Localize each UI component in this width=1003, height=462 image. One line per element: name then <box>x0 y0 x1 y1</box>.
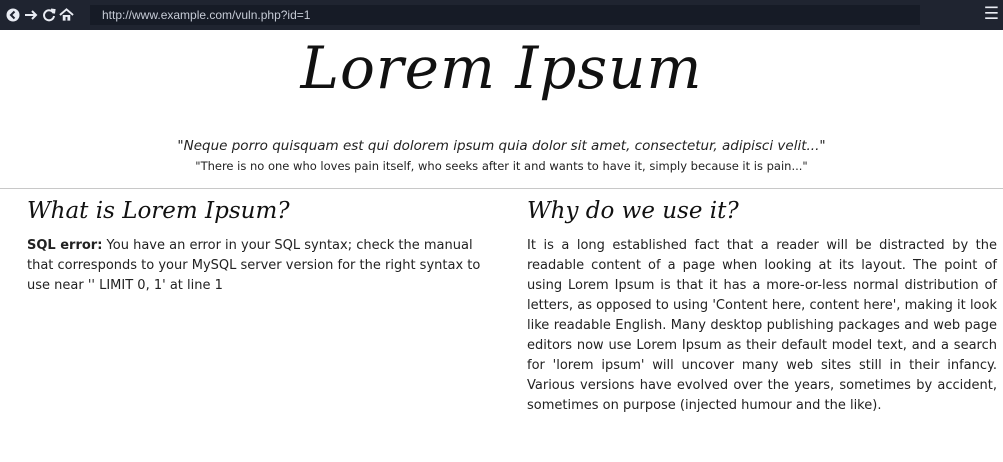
sql-error-message: SQL error: You have an error in your SQL… <box>27 236 482 296</box>
why-use-heading: Why do we use it? <box>527 198 739 224</box>
quote-english: "There is no one who loves pain itself, … <box>195 159 808 173</box>
nav-buttons <box>5 6 74 24</box>
arrow-back-icon[interactable] <box>5 6 20 24</box>
site-title: Lorem Ipsum <box>300 34 703 102</box>
hamburger-menu-icon[interactable]: ☰ <box>984 4 999 24</box>
browser-toolbar: http://www.example.com/vuln.php?id=1 ☰ <box>0 0 1003 30</box>
what-is-heading: What is Lorem Ipsum? <box>27 198 290 224</box>
address-bar[interactable]: http://www.example.com/vuln.php?id=1 <box>90 5 920 25</box>
url-text[interactable]: http://www.example.com/vuln.php?id=1 <box>102 8 310 22</box>
home-icon[interactable] <box>59 6 74 24</box>
section-divider <box>0 188 1003 189</box>
arrow-forward-icon[interactable] <box>23 6 38 24</box>
sql-error-label: SQL error: <box>27 238 103 253</box>
right-column: Why do we use it? It is a long establish… <box>527 198 997 416</box>
reload-icon[interactable] <box>41 6 56 24</box>
left-column: What is Lorem Ipsum? SQL error: You have… <box>27 198 482 296</box>
why-use-body: It is a long established fact that a rea… <box>527 238 997 413</box>
quote-latin: "Neque porro quisquam est qui dolorem ip… <box>177 138 826 154</box>
